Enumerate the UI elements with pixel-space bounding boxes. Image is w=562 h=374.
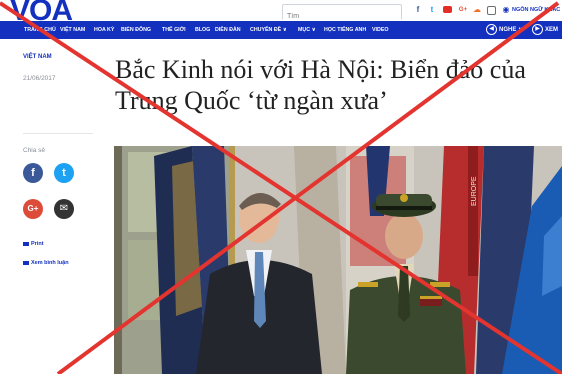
comments-link[interactable]: Xem bình luận <box>23 260 69 266</box>
globe-icon[interactable]: ◉ <box>502 5 510 15</box>
share-googleplus-button[interactable]: G+ <box>23 199 43 219</box>
facebook-icon[interactable]: f <box>414 5 422 15</box>
divider <box>23 133 93 134</box>
email-icon: ✉ <box>59 203 69 214</box>
europe-flag-label: EUROPE <box>471 176 478 206</box>
nav-item-us[interactable]: HOA KỲ <box>94 21 114 39</box>
headline-line-1: Bắc Kinh nói với Hà Nội: Biển đảo của <box>115 55 526 84</box>
nav-item-blog[interactable]: BLOG <box>195 21 210 39</box>
nav-item-sections[interactable]: MỤC ∨ <box>298 21 316 39</box>
googleplus-icon[interactable]: G+ <box>458 5 468 15</box>
listen-label: NGHE ∨ <box>499 27 523 33</box>
facebook-icon: f <box>31 167 35 179</box>
listen-button[interactable]: ◀ NGHE ∨ <box>486 23 523 37</box>
nav-item-learn-english[interactable]: HỌC TIẾNG ANH <box>324 21 366 39</box>
soundcloud-icon[interactable]: ☁ <box>472 5 482 15</box>
googleplus-icon: G+ <box>27 204 39 213</box>
nav-item-features[interactable]: CHUYÊN ĐỀ ∨ <box>250 21 287 39</box>
watch-button[interactable]: ▶ XEM <box>532 23 558 37</box>
share-label: Chia sẻ <box>23 147 46 154</box>
photo-illustration: EUROPE <box>114 146 562 374</box>
search-box[interactable] <box>282 4 402 24</box>
youtube-icon[interactable] <box>442 5 452 15</box>
share-facebook-button[interactable]: f <box>23 163 43 183</box>
instagram-icon[interactable] <box>486 5 496 15</box>
language-selector[interactable]: NGÔN NGỮ KHÁC <box>512 4 560 16</box>
headline-line-2: Trung Quốc ‘từ ngàn xưa’ <box>115 86 388 115</box>
share-twitter-button[interactable]: t <box>54 163 74 183</box>
article-date: 21/06/2017 <box>23 75 56 82</box>
print-label: Print <box>31 241 44 247</box>
speaker-icon: ◀ <box>486 23 497 35</box>
nav-item-home[interactable]: TRANG CHỦ <box>24 21 56 39</box>
twitter-icon: t <box>62 167 66 179</box>
print-link[interactable]: Print <box>23 241 44 247</box>
main-nav: TRANG CHỦ VIỆT NAM HOA KỲ BIỂN ĐÔNG THẾ … <box>0 21 562 39</box>
article-category[interactable]: VIỆT NAM <box>23 54 52 60</box>
nav-item-vietnam[interactable]: VIỆT NAM <box>60 21 85 39</box>
nav-item-east-sea[interactable]: BIỂN ĐÔNG <box>121 21 151 39</box>
nav-item-world[interactable]: THẾ GIỚI <box>162 21 186 39</box>
comments-label: Xem bình luận <box>31 260 69 266</box>
nav-item-forum[interactable]: DIỄN ĐÀN <box>215 21 241 39</box>
share-email-button[interactable]: ✉ <box>54 199 74 219</box>
twitter-icon[interactable]: t <box>428 5 436 15</box>
printer-icon <box>23 241 29 246</box>
article-photo: EUROPE <box>114 146 562 374</box>
watch-label: XEM <box>545 27 559 33</box>
nav-item-video[interactable]: VIDEO <box>372 21 388 39</box>
comment-icon <box>23 260 29 265</box>
play-icon: ▶ <box>532 23 543 35</box>
article-headline: Bắc Kinh nói với Hà Nội: Biển đảo của Tr… <box>115 54 562 116</box>
